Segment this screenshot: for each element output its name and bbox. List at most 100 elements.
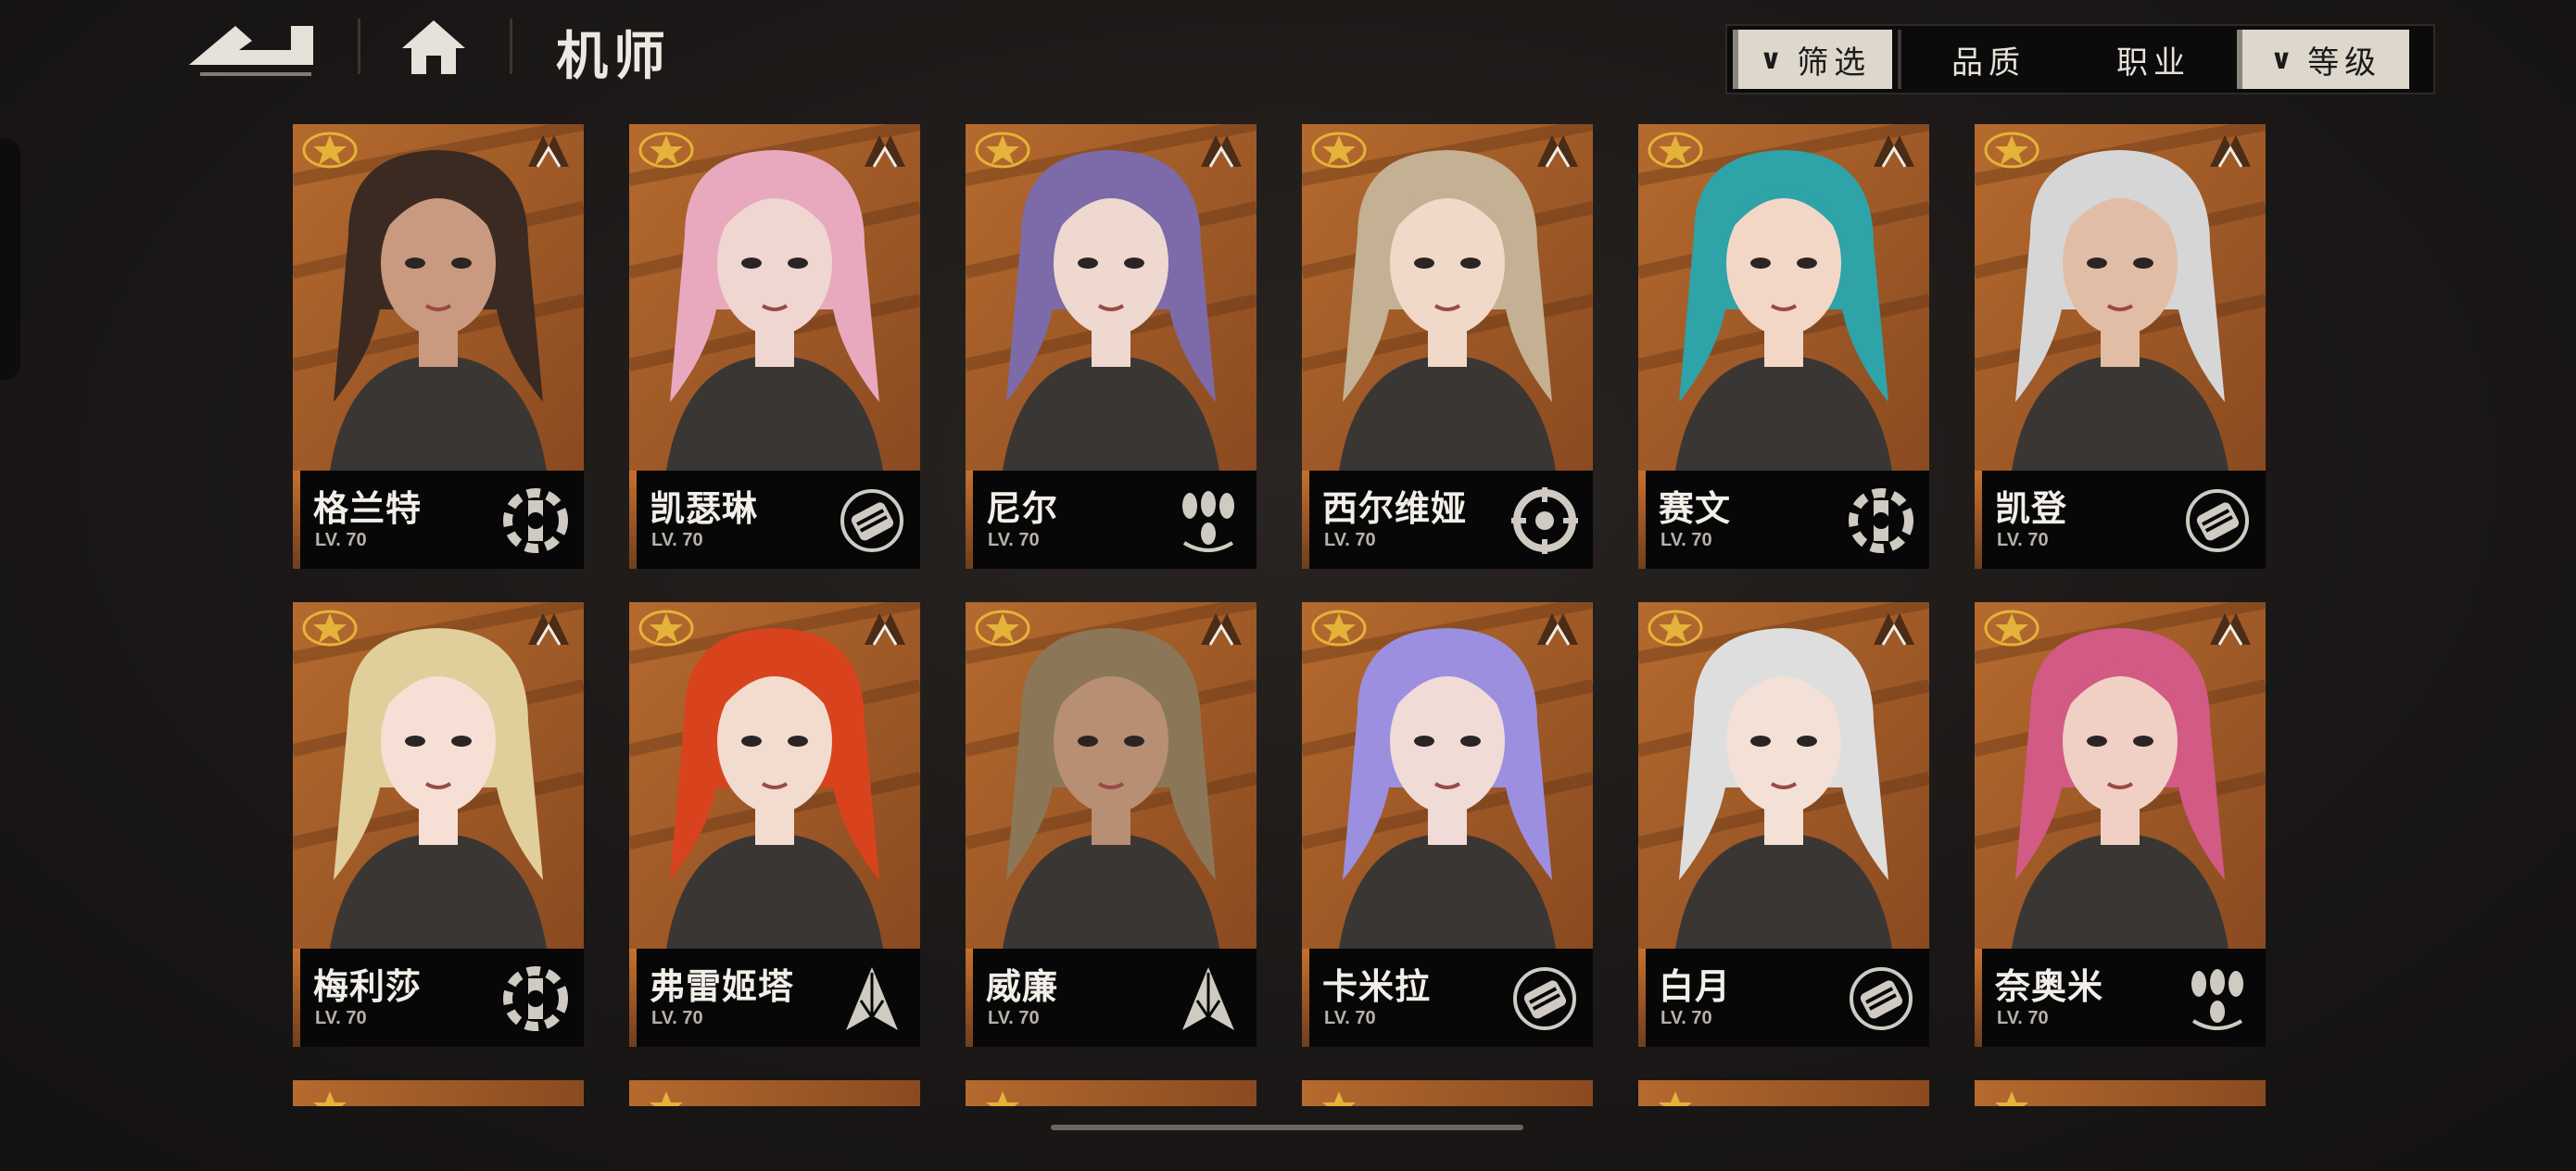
quality-emblem-icon	[1201, 613, 1242, 646]
portrait-frame	[966, 602, 1256, 949]
chevron-down-icon: ∨	[2269, 43, 2299, 76]
back-button[interactable]	[182, 17, 321, 82]
fist-role-icon	[1506, 963, 1584, 1034]
level-label: 等级	[2307, 44, 2382, 82]
character-level: LV. 70	[988, 1008, 1040, 1028]
character-card-partial[interactable]	[1638, 1080, 1929, 1106]
character-info-panel: 西尔维娅 LV. 70	[1302, 471, 1593, 569]
arrow-role-icon	[833, 963, 911, 1034]
character-info-panel: 赛文 LV. 70	[1638, 471, 1929, 569]
portrait-frame	[1302, 602, 1593, 949]
quality-sort-button[interactable]: 品质	[1907, 30, 2070, 89]
character-card[interactable]: 尼尔 LV. 70	[966, 124, 1256, 569]
class-sort-button[interactable]: 职业	[2070, 30, 2237, 89]
character-portrait	[1638, 124, 1929, 471]
star-rank-icon	[302, 132, 358, 169]
bombs-role-icon	[2178, 963, 2256, 1034]
character-name: 尼尔	[986, 488, 1059, 529]
character-name: 凯瑟琳	[650, 488, 759, 529]
star-rank-icon	[638, 132, 694, 169]
target-role-icon	[1506, 485, 1584, 556]
character-card[interactable]: 白月 LV. 70	[1638, 602, 1929, 1047]
chevron-down-icon: ∨	[1759, 43, 1788, 76]
character-level: LV. 70	[1324, 1008, 1376, 1028]
character-info-panel: 奈奥米 LV. 70	[1975, 949, 2266, 1047]
portrait-frame	[1638, 124, 1929, 471]
character-level: LV. 70	[315, 530, 367, 550]
portrait-frame	[293, 124, 584, 471]
portrait-frame	[629, 602, 920, 949]
star-rank-icon	[650, 1091, 683, 1106]
character-card-partial[interactable]	[1975, 1080, 2266, 1106]
character-card[interactable]: 格兰特 LV. 70	[293, 124, 584, 569]
quality-emblem-icon	[1874, 613, 1914, 646]
character-level: LV. 70	[651, 530, 703, 550]
wrench-role-icon	[497, 963, 575, 1034]
character-card-partial[interactable]	[1302, 1080, 1593, 1106]
character-card[interactable]: 赛文 LV. 70	[1638, 124, 1929, 569]
class-label: 职业	[2116, 44, 2191, 82]
character-info-panel: 凯登 LV. 70	[1975, 471, 2266, 569]
star-rank-icon	[975, 132, 1030, 169]
fist-role-icon	[2178, 485, 2256, 556]
character-card[interactable]: 弗雷姬塔 LV. 70	[629, 602, 920, 1047]
character-name: 奈奥米	[1995, 966, 2104, 1007]
character-info-panel: 威廉 LV. 70	[966, 949, 1256, 1047]
top-separator	[358, 19, 360, 74]
star-rank-icon	[1995, 1091, 2028, 1106]
character-info-panel: 凯瑟琳 LV. 70	[629, 471, 920, 569]
star-rank-icon	[1322, 1091, 1356, 1106]
portrait-frame	[629, 124, 920, 471]
character-level: LV. 70	[651, 1008, 703, 1028]
character-card[interactable]: 卡米拉 LV. 70	[1302, 602, 1593, 1047]
character-level: LV. 70	[988, 530, 1040, 550]
character-grid: 格兰特 LV. 70 凯瑟琳 LV. 70 尼尔 LV. 70 西尔维娅 LV.…	[293, 124, 2267, 1106]
star-rank-icon	[1984, 132, 2039, 169]
quality-emblem-icon	[1537, 135, 1578, 168]
character-portrait	[1975, 602, 2266, 949]
portrait-frame	[1975, 602, 2266, 949]
back-arrow-icon	[189, 26, 313, 76]
character-card[interactable]: 梅利莎 LV. 70	[293, 602, 584, 1047]
character-card[interactable]: 奈奥米 LV. 70	[1975, 602, 2266, 1047]
home-button[interactable]	[398, 15, 469, 80]
wrench-role-icon	[497, 485, 575, 556]
filter-label: 筛选	[1797, 44, 1872, 82]
star-rank-icon	[1311, 610, 1367, 647]
star-rank-icon	[1984, 610, 2039, 647]
star-rank-icon	[986, 1091, 1019, 1106]
character-name: 西尔维娅	[1322, 488, 1468, 529]
character-level: LV. 70	[1661, 1008, 1712, 1028]
star-rank-icon	[302, 610, 358, 647]
character-info-panel: 弗雷姬塔 LV. 70	[629, 949, 920, 1047]
arrow-role-icon	[1169, 963, 1247, 1034]
character-name: 凯登	[1995, 488, 2068, 529]
quality-emblem-icon	[1201, 135, 1242, 168]
wrench-role-icon	[1842, 485, 1920, 556]
character-card-partial[interactable]	[966, 1080, 1256, 1106]
character-card[interactable]: 威廉 LV. 70	[966, 602, 1256, 1047]
character-card[interactable]: 凯登 LV. 70	[1975, 124, 2266, 569]
character-info-panel: 卡米拉 LV. 70	[1302, 949, 1593, 1047]
filter-button[interactable]: ∨ 筛选	[1733, 30, 1892, 89]
fist-role-icon	[1842, 963, 1920, 1034]
home-indicator	[1051, 1125, 1523, 1130]
character-portrait	[966, 602, 1256, 949]
level-sort-button[interactable]: ∨ 等级	[2237, 30, 2409, 89]
character-card-partial[interactable]	[293, 1080, 584, 1106]
character-card[interactable]: 西尔维娅 LV. 70	[1302, 124, 1593, 569]
quality-emblem-icon	[2210, 135, 2251, 168]
character-level: LV. 70	[1661, 530, 1712, 550]
character-info-panel: 白月 LV. 70	[1638, 949, 1929, 1047]
character-info-panel: 格兰特 LV. 70	[293, 471, 584, 569]
character-portrait	[293, 602, 584, 949]
star-rank-icon	[975, 610, 1030, 647]
character-name: 梅利莎	[313, 966, 423, 1007]
quality-emblem-icon	[1874, 135, 1914, 168]
star-rank-icon	[1311, 132, 1367, 169]
character-card-partial[interactable]	[629, 1080, 920, 1106]
character-card[interactable]: 凯瑟琳 LV. 70	[629, 124, 920, 569]
character-name: 赛文	[1659, 488, 1732, 529]
fist-role-icon	[833, 485, 911, 556]
character-name: 白月	[1659, 966, 1732, 1007]
